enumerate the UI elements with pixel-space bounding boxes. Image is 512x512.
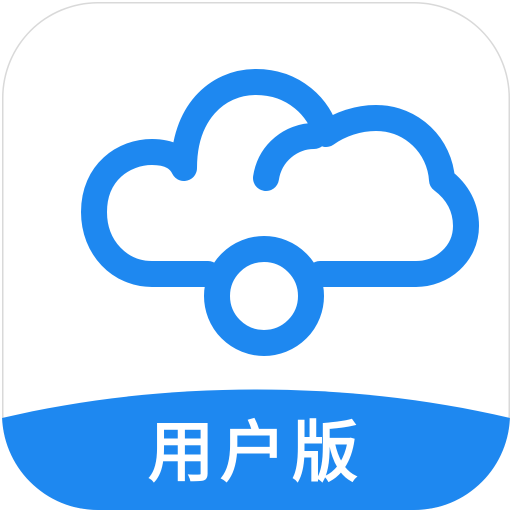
edition-label: 用户版: [148, 414, 364, 491]
app-icon[interactable]: 用户版: [2, 2, 510, 510]
